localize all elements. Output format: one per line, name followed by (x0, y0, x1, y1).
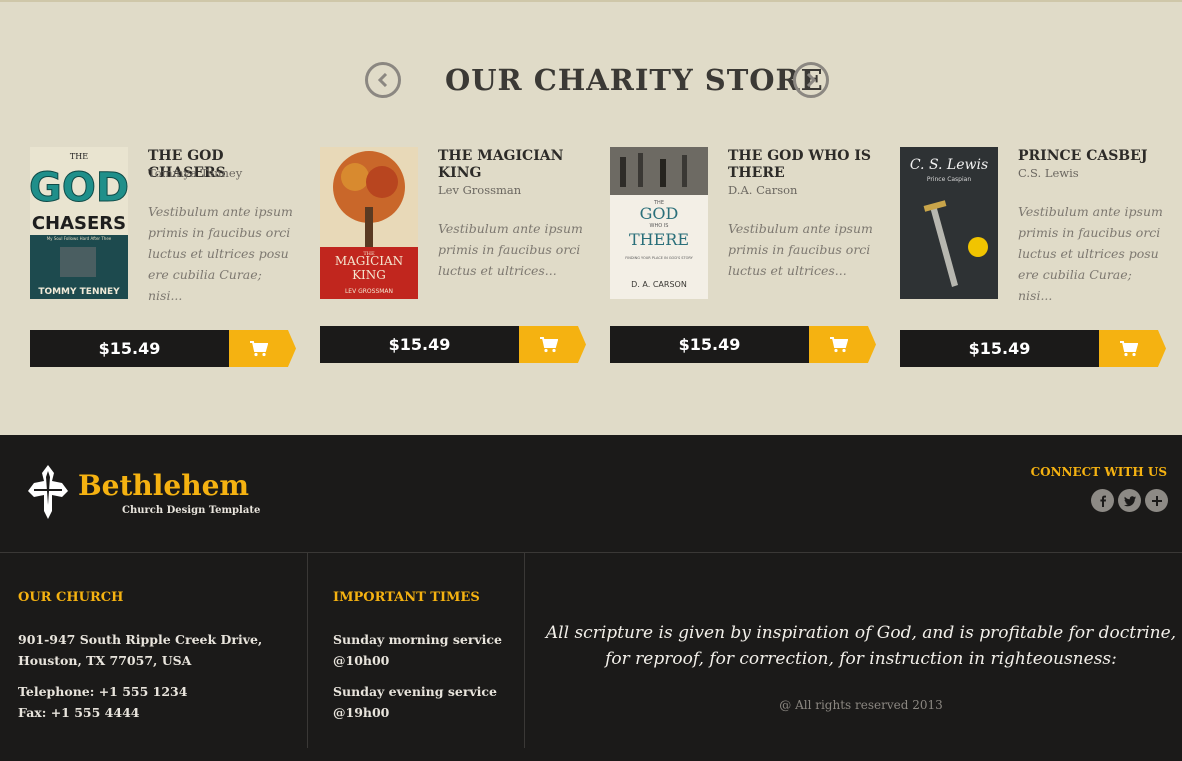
church-heading: OUR CHURCH (18, 590, 124, 605)
product-card: C. S. Lewis Prince Caspian PRINCE CASBEJ… (900, 147, 1166, 377)
charity-store-section: OUR CHARITY STORE THE GOD CHASERS My Sou… (0, 0, 1182, 435)
plus-icon (1151, 495, 1162, 506)
svg-text:Prince Caspian: Prince Caspian (927, 176, 971, 183)
product-author: Tommya Tenney (148, 166, 243, 180)
evening-service: Sunday evening service (333, 684, 497, 699)
quote-line-1: All scripture is given by inspiration of… (545, 623, 1177, 643)
product-description: Vestibulum ante ipsum primis in faucibus… (728, 221, 873, 278)
store-title: OUR CHARITY STORE (445, 63, 824, 97)
quote-line-2: for reproof, for correction, for instruc… (605, 649, 1117, 669)
product-price: $15.49 (320, 326, 519, 363)
chevron-right-icon (806, 73, 817, 87)
svg-text:THERE: THERE (629, 230, 689, 249)
svg-text:LEV GROSSMAN: LEV GROSSMAN (345, 288, 393, 295)
product-price: $15.49 (30, 330, 229, 367)
svg-text:KING: KING (352, 268, 386, 282)
svg-text:CHASERS: CHASERS (32, 213, 126, 234)
svg-text:C. S. Lewis: C. S. Lewis (910, 157, 988, 173)
carousel-prev-button[interactable] (365, 62, 401, 98)
book-cover[interactable]: C. S. Lewis Prince Caspian (900, 147, 998, 299)
price-bar: $15.49 (30, 330, 296, 367)
shopping-cart-icon (249, 340, 268, 356)
svg-text:WHO IS: WHO IS (650, 223, 669, 229)
svg-text:THE: THE (70, 152, 88, 161)
important-times-column: IMPORTANT TIMES Sunday morning service @… (308, 553, 525, 748)
morning-service: Sunday morning service (333, 632, 502, 647)
times-heading: IMPORTANT TIMES (333, 590, 480, 605)
product-price: $15.49 (900, 330, 1099, 367)
product-author: Lev Grossman (438, 183, 522, 197)
address-line-2: Houston, TX 77057, USA (18, 653, 192, 668)
book-cover[interactable]: THE MAGICIAN KING LEV GROSSMAN (320, 147, 418, 299)
logo[interactable]: Bethlehem Church Design Template (28, 465, 261, 521)
copyright: @ All rights reserved 2013 (779, 698, 943, 712)
book-cover[interactable]: THE GOD WHO IS THERE FINDING YOUR PLACE … (610, 147, 708, 299)
add-to-cart-button[interactable] (1099, 330, 1166, 367)
product-title[interactable]: THE MAGICIAN KING (438, 148, 588, 182)
shopping-cart-icon (1119, 340, 1138, 356)
svg-text:My Soul Follows Hard After The: My Soul Follows Hard After Thee (47, 236, 112, 241)
more-button[interactable] (1145, 489, 1168, 512)
product-description: Vestibulum ante ipsum primis in faucibus… (148, 204, 293, 303)
facebook-button[interactable] (1091, 489, 1114, 512)
twitter-icon (1123, 495, 1136, 506)
svg-text:D. A. CARSON: D. A. CARSON (631, 280, 687, 289)
logo-name: Bethlehem (78, 469, 250, 502)
add-to-cart-button[interactable] (229, 330, 296, 367)
logo-tagline: Church Design Template (122, 505, 261, 516)
add-to-cart-button[interactable] (809, 326, 876, 363)
evening-service-time: @19h00 (333, 705, 390, 720)
telephone: Telephone: +1 555 1234 (18, 684, 188, 699)
svg-text:TOMMY TENNEY: TOMMY TENNEY (38, 287, 120, 297)
add-to-cart-button[interactable] (519, 326, 586, 363)
product-title[interactable]: THE GOD WHO IS THERE (728, 148, 878, 182)
footer-bottom: OUR CHURCH 901-947 South Ripple Creek Dr… (0, 553, 1182, 761)
product-author: D.A. Carson (728, 183, 798, 197)
social-links (1091, 489, 1168, 512)
book-cover[interactable]: THE GOD CHASERS My Soul Follows Hard Aft… (30, 147, 128, 299)
product-author: C.S. Lewis (1018, 166, 1079, 180)
product-card: THE GOD WHO IS THERE FINDING YOUR PLACE … (610, 147, 876, 377)
fax: Fax: +1 555 4444 (18, 705, 140, 720)
cross-logo-icon (28, 465, 68, 519)
product-card: THE GOD CHASERS My Soul Follows Hard Aft… (30, 147, 296, 377)
facebook-icon (1099, 495, 1106, 507)
connect-heading: CONNECT WITH US (1030, 465, 1167, 479)
product-price: $15.49 (610, 326, 809, 363)
address-line-1: 901-947 South Ripple Creek Drive, (18, 632, 263, 647)
price-bar: $15.49 (610, 326, 876, 363)
chevron-left-icon (377, 73, 388, 87)
product-description: Vestibulum ante ipsum primis in faucibus… (1018, 204, 1163, 303)
store-header: OUR CHARITY STORE (0, 60, 1182, 100)
shopping-cart-icon (539, 336, 558, 352)
scripture-quote: All scripture is given by inspiration of… (540, 620, 1182, 672)
twitter-button[interactable] (1118, 489, 1141, 512)
morning-service-time: @10h00 (333, 653, 390, 668)
svg-text:GOD: GOD (640, 204, 679, 223)
shopping-cart-icon (829, 336, 848, 352)
svg-text:FINDING YOUR PLACE IN GOD'S ST: FINDING YOUR PLACE IN GOD'S STORY (625, 256, 693, 260)
product-card: THE MAGICIAN KING LEV GROSSMAN THE MAGIC… (320, 147, 586, 377)
product-description: Vestibulum ante ipsum primis in faucibus… (438, 221, 583, 278)
price-bar: $15.49 (900, 330, 1166, 367)
svg-text:GOD: GOD (30, 165, 128, 211)
price-bar: $15.49 (320, 326, 586, 363)
carousel-next-button[interactable] (793, 62, 829, 98)
product-title[interactable]: PRINCE CASBEJ (1018, 148, 1168, 165)
footer-top: Bethlehem Church Design Template CONNECT… (0, 435, 1182, 553)
svg-text:MAGICIAN: MAGICIAN (335, 254, 403, 268)
our-church-column: OUR CHURCH 901-947 South Ripple Creek Dr… (0, 553, 308, 748)
